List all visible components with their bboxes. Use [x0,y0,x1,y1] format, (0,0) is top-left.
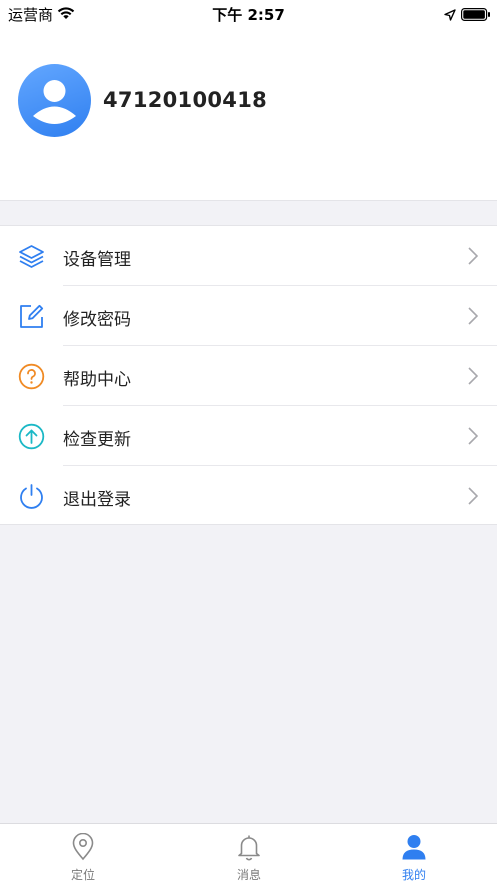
menu-item-change-password[interactable]: 修改密码 [0,286,497,346]
menu-item-device-management[interactable]: 设备管理 [0,226,497,286]
chevron-right-icon [468,367,479,389]
default-avatar-icon [33,80,76,124]
status-bar: 运营商 下午 2:57 [0,0,497,26]
layers-icon [18,243,45,270]
chevron-right-icon [468,427,479,449]
status-time: 下午 2:57 [212,6,285,24]
edit-icon [18,303,45,330]
chevron-right-icon [468,247,479,269]
tab-me[interactable]: 我的 [331,824,497,883]
tab-bar: 定位 消息 我的 [0,823,497,883]
bell-icon [237,833,261,865]
tab-label: 我的 [401,868,426,882]
chevron-right-icon [468,487,479,509]
tab-label: 消息 [236,868,261,882]
menu-item-label: 检查更新 [63,430,131,450]
location-pin-icon [71,832,95,865]
battery-icon [461,6,491,25]
menu-item-label: 设备管理 [63,250,131,270]
avatar[interactable] [18,64,91,137]
menu-item-label: 退出登录 [63,490,131,510]
tab-messages[interactable]: 消息 [166,824,332,883]
username: 47120100418 [103,88,268,112]
location-arrow-icon [444,6,456,25]
tab-label: 定位 [70,868,95,882]
tab-location[interactable]: 定位 [0,824,166,883]
upload-icon [18,423,45,450]
screen: 运营商 下午 2:57 47120100418 设备管理 修改密码 帮助中心 检… [0,0,497,883]
settings-menu: 设备管理 修改密码 帮助中心 检查更新 退出登录 [0,225,497,525]
menu-item-label: 修改密码 [63,310,131,330]
menu-item-check-update[interactable]: 检查更新 [0,406,497,466]
power-icon [18,483,45,510]
menu-item-logout[interactable]: 退出登录 [0,466,497,526]
menu-item-label: 帮助中心 [63,370,131,390]
profile-header[interactable]: 47120100418 [0,26,497,201]
menu-item-help-center[interactable]: 帮助中心 [0,346,497,406]
help-icon [18,363,45,390]
person-icon [401,833,427,865]
chevron-right-icon [468,307,479,329]
